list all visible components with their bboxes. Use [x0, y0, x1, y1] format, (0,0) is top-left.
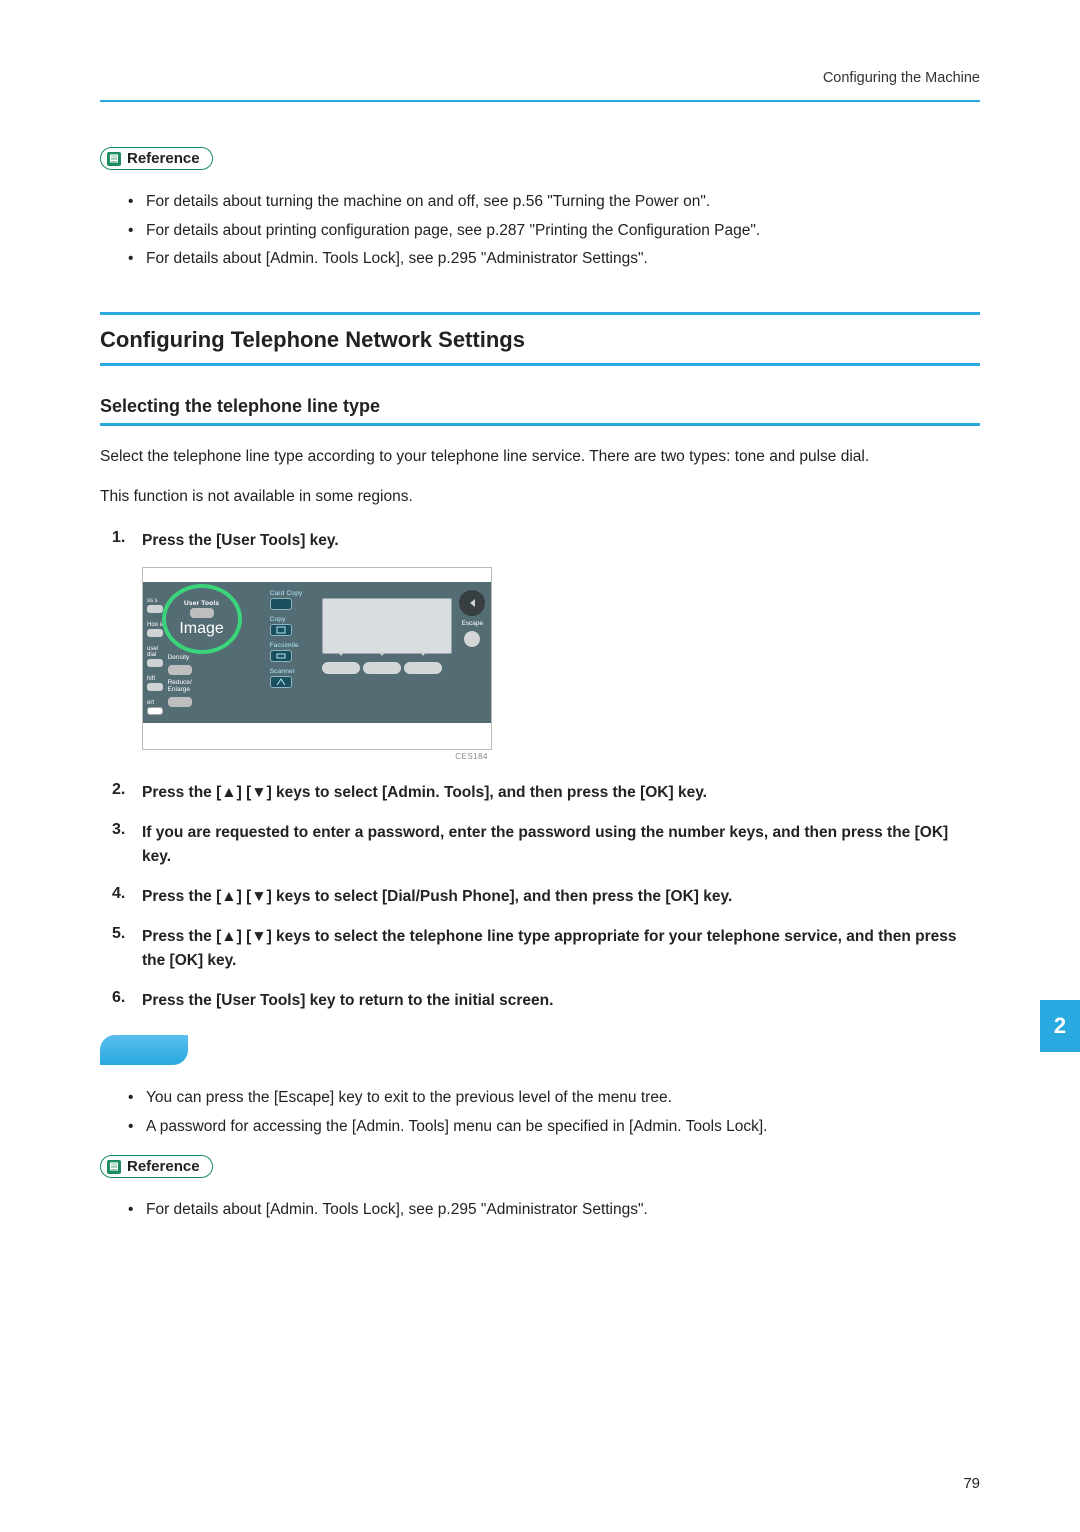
- step-3-text: If you are requested to enter a password…: [142, 821, 980, 869]
- user-tools-button[interactable]: [190, 608, 214, 618]
- panel-mid-column: User Tools Image: [168, 590, 264, 707]
- panel-left-btn-0: [147, 605, 163, 613]
- softkey-2[interactable]: [363, 662, 401, 674]
- facsimile-label: Facsimile: [270, 642, 299, 649]
- reference-label-bottom: Reference: [127, 1158, 200, 1175]
- scanner-button[interactable]: [270, 676, 292, 688]
- panel-left-lbl-4: ert: [147, 700, 168, 706]
- panel-left-btn-3: [147, 683, 163, 691]
- running-header: Configuring the Machine: [100, 70, 980, 102]
- card-copy-label: Card Copy: [270, 590, 303, 597]
- figure-caption: CES184: [142, 750, 492, 765]
- reference-icon-bottom: ▤: [107, 1160, 121, 1174]
- card-copy-button[interactable]: [270, 598, 292, 610]
- note-0: You can press the [Escape] key to exit t…: [128, 1084, 980, 1113]
- panel-left-btn-2: [147, 659, 163, 667]
- escape-label: Escape: [461, 620, 483, 627]
- reference-label: Reference: [127, 150, 200, 167]
- lcd-display: [322, 598, 452, 654]
- step-1: Press the [User Tools] key. ss s Hoo ial…: [112, 529, 980, 765]
- step-6: Press the [User Tools] key to return to …: [112, 989, 980, 1013]
- steps-list: Press the [User Tools] key. ss s Hoo ial…: [100, 529, 980, 1013]
- paragraph-1: Select the telephone line type according…: [100, 444, 980, 470]
- section-heading: Configuring Telephone Network Settings: [100, 312, 980, 366]
- ref2-item-0: For details about [Admin. Tools Lock], s…: [128, 1196, 980, 1225]
- notes-list: You can press the [Escape] key to exit t…: [100, 1084, 980, 1141]
- user-tools-highlight: User Tools Image: [168, 590, 236, 648]
- step-6-text: Press the [User Tools] key to return to …: [142, 989, 980, 1013]
- density-label: Density: [168, 654, 192, 661]
- ref1-item-0: For details about turning the machine on…: [128, 188, 980, 217]
- step-3: If you are requested to enter a password…: [112, 821, 980, 869]
- note-tab: [100, 1035, 188, 1065]
- panel-left-lbl-2: use/ dial: [147, 646, 168, 658]
- step-5: Press the [▲] [▼] keys to select the tel…: [112, 925, 980, 973]
- panel-left-btn-4: [147, 707, 163, 715]
- note-1: A password for accessing the [Admin. Too…: [128, 1113, 980, 1142]
- page-number: 79: [963, 1475, 980, 1492]
- image-label: Image: [179, 620, 223, 638]
- escape-button[interactable]: [464, 631, 480, 647]
- step-2: Press the [▲] [▼] keys to select [Admin.…: [112, 781, 980, 805]
- panel-display-column: [316, 590, 458, 674]
- reference-tag-top: ▤ Reference: [100, 147, 213, 170]
- step-1-text: Press the [User Tools] key.: [142, 529, 980, 553]
- paragraph-2: This function is not available in some r…: [100, 484, 980, 510]
- softkey-3[interactable]: [404, 662, 442, 674]
- ref1-item-1: For details about printing configuration…: [128, 217, 980, 246]
- copy-label: Copy: [270, 616, 286, 623]
- panel-left-lbl-3: hift: [147, 676, 168, 682]
- reduce-enlarge-label: Reduce/ Enlarge: [168, 679, 192, 693]
- sub-heading: Selecting the telephone line type: [100, 396, 980, 426]
- chapter-side-tab: 2: [1040, 1000, 1080, 1052]
- reference-list-1: For details about turning the machine on…: [100, 188, 980, 274]
- user-tools-label: User Tools: [184, 600, 219, 607]
- step-5-text: Press the [▲] [▼] keys to select the tel…: [142, 925, 980, 973]
- step-2-text: Press the [▲] [▼] keys to select [Admin.…: [142, 781, 980, 805]
- nav-left-button[interactable]: [459, 590, 485, 616]
- reduce-enlarge-button[interactable]: [168, 697, 192, 707]
- copy-button[interactable]: [270, 624, 292, 636]
- reference-list-2: For details about [Admin. Tools Lock], s…: [100, 1196, 980, 1225]
- panel-left-lbl-0: ss s: [147, 598, 168, 604]
- step-4: Press the [▲] [▼] keys to select [Dial/P…: [112, 885, 980, 909]
- reference-tag-bottom: ▤ Reference: [100, 1155, 213, 1178]
- panel-mode-column: Card Copy Copy Facsimile Scanner: [264, 590, 316, 688]
- step-4-text: Press the [▲] [▼] keys to select [Dial/P…: [142, 885, 980, 909]
- panel-escape-column: Escape: [458, 590, 487, 647]
- softkey-1[interactable]: [322, 662, 360, 674]
- scanner-label: Scanner: [270, 668, 296, 675]
- control-panel-figure: ss s Hoo ial use/ dial hift ert: [142, 567, 980, 765]
- panel-left-btn-1: [147, 629, 163, 637]
- facsimile-button[interactable]: [270, 650, 292, 662]
- density-button[interactable]: [168, 665, 192, 675]
- reference-icon: ▤: [107, 152, 121, 166]
- ref1-item-2: For details about [Admin. Tools Lock], s…: [128, 245, 980, 274]
